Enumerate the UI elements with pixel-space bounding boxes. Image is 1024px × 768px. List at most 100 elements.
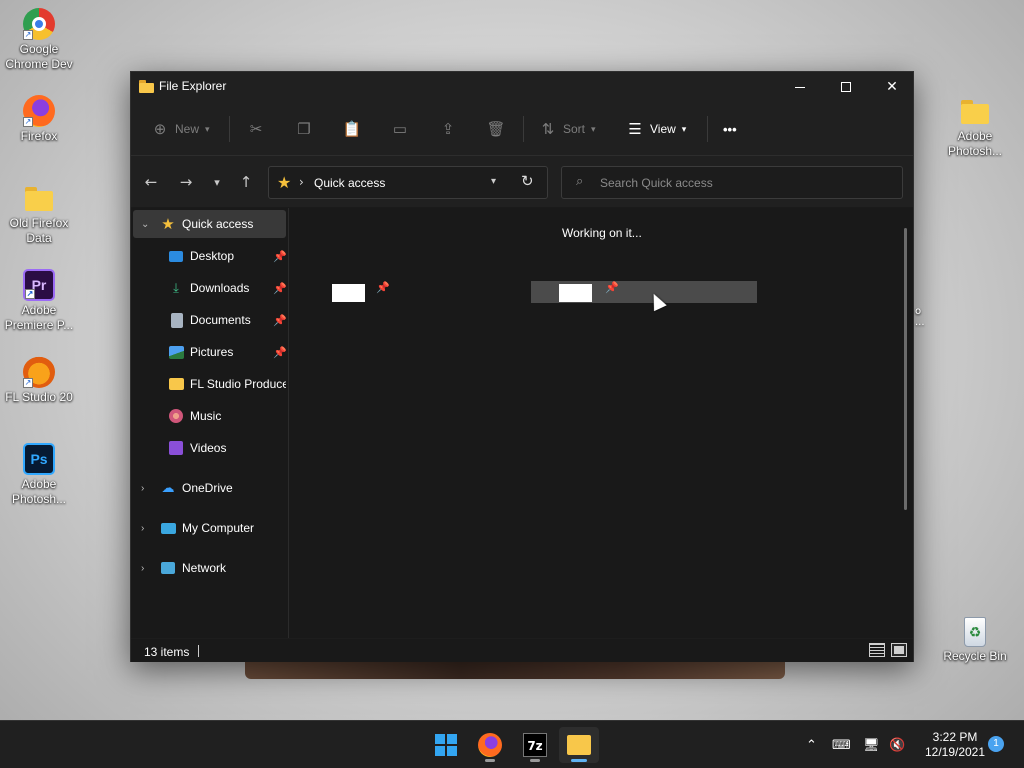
search-box[interactable]: ⌕ <box>561 166 903 199</box>
network-status-icon[interactable]: 🖥 <box>863 735 880 755</box>
sidebar-item-label: Downloads <box>190 281 250 295</box>
minimize-icon <box>795 86 805 88</box>
start-button[interactable] <box>426 727 466 763</box>
sidebar-item-network[interactable]: › Network <box>133 554 286 582</box>
desktop-icon-label: Adobe Premiere P... <box>4 303 74 332</box>
vertical-scrollbar[interactable] <box>904 228 907 510</box>
share-icon: ⇪ <box>441 121 455 138</box>
copy-button[interactable]: ❐ <box>295 116 313 142</box>
maximize-button[interactable] <box>823 72 869 102</box>
running-indicator <box>530 759 540 762</box>
clock-date: 12/19/2021 <box>924 745 986 759</box>
folder-tile[interactable]: 📌 <box>531 281 757 303</box>
paste-button[interactable]: 📋 <box>342 116 362 142</box>
address-bar[interactable]: ★ › Quick access ▾ ↻ <box>268 166 548 199</box>
desktop-icon <box>169 250 183 262</box>
sidebar-item-label: Videos <box>190 441 227 455</box>
cut-button[interactable]: ✂ <box>247 116 265 142</box>
desktop-icon-photoshop[interactable]: Ps Adobe Photosh... <box>1 443 77 507</box>
search-input[interactable] <box>600 174 890 192</box>
sidebar-item-pictures[interactable]: Pictures 📌 <box>133 338 286 366</box>
desktop-icon-label: Firefox <box>20 129 58 143</box>
folder-icon <box>23 182 55 214</box>
taskbar-file-explorer[interactable] <box>559 727 599 763</box>
keyboard-icon[interactable]: ⌨ <box>832 735 851 755</box>
navigation-pane: ⌄ ★ Quick access Desktop 📌 ⤓ Downloads 📌… <box>131 208 289 638</box>
item-count: 13 items <box>144 645 190 659</box>
up-button[interactable]: ↑ <box>234 170 258 194</box>
file-explorer-icon <box>567 735 591 755</box>
taskbar-firefox[interactable] <box>470 727 510 763</box>
sidebar-item-fl-studio-produce[interactable]: FL Studio Produce <box>133 370 286 398</box>
forward-button[interactable]: → <box>174 170 198 194</box>
desktop-icon-old-firefox-data[interactable]: Old Firefox Data <box>1 182 77 246</box>
plus-circle-icon: ⊕ <box>153 121 167 138</box>
new-label: New <box>175 122 200 136</box>
videos-icon <box>169 441 183 455</box>
arrow-up-icon: ↑ <box>239 173 253 191</box>
toolbar-divider <box>707 116 708 142</box>
view-label: View <box>650 122 676 136</box>
file-explorer-window: File Explorer ✕ ⊕ New ▾ ✂ ❐ 📋 ▭ ⇪ 🗑 ⇅ So… <box>130 71 914 662</box>
back-button[interactable]: ← <box>139 170 163 194</box>
desktop-icon-premiere[interactable]: Pr ↗ Adobe Premiere P... <box>1 269 77 333</box>
sidebar-item-music[interactable]: Music <box>133 402 286 430</box>
desktop-icon-photoshop-folder[interactable]: Adobe Photosh... <box>937 95 1013 159</box>
pin-icon: 📌 <box>605 281 619 294</box>
show-hidden-icons-button[interactable]: ⌃ <box>806 735 817 755</box>
delete-button[interactable]: 🗑 <box>486 116 505 142</box>
desktop-icon-label: Adobe Photosh... <box>947 129 1003 158</box>
sidebar-item-documents[interactable]: Documents 📌 <box>133 306 286 334</box>
chrome-dev-icon: ↗ <box>23 8 55 40</box>
sidebar-item-downloads[interactable]: ⤓ Downloads 📌 <box>133 274 286 302</box>
copy-icon: ❐ <box>297 121 311 138</box>
network-icon <box>161 562 175 574</box>
file-list[interactable]: Working on it... 📌 📌 <box>290 208 913 638</box>
chevron-right-icon[interactable]: › <box>141 563 144 574</box>
sidebar-item-quick-access[interactable]: ⌄ ★ Quick access <box>133 210 286 238</box>
active-indicator <box>571 759 587 762</box>
sidebar-item-videos[interactable]: Videos <box>133 434 286 462</box>
more-options-button[interactable]: ••• <box>723 116 737 142</box>
sidebar-item-label: Quick access <box>182 217 254 231</box>
folder-tile[interactable]: 📌 <box>330 281 400 303</box>
desktop-icon-fl-studio[interactable]: ↗ FL Studio 20 <box>1 356 77 405</box>
pin-icon: 📌 <box>273 346 286 359</box>
chevron-right-icon[interactable]: › <box>141 523 144 534</box>
star-icon: ★ <box>161 216 175 233</box>
chevron-down-icon[interactable]: ⌄ <box>141 219 149 230</box>
clock-time: 3:22 PM <box>932 730 978 744</box>
share-button[interactable]: ⇪ <box>439 116 457 142</box>
large-icons-view-button[interactable] <box>891 643 907 657</box>
desktop-icon-chrome-dev[interactable]: ↗ Google Chrome Dev <box>1 8 77 72</box>
volume-muted-icon[interactable]: 🔇 <box>889 735 905 755</box>
pin-icon: 📌 <box>273 250 286 263</box>
sidebar-item-onedrive[interactable]: › ☁ OneDrive <box>133 474 286 502</box>
clipboard-icon: 📋 <box>342 121 362 138</box>
sidebar-item-my-computer[interactable]: › My Computer <box>133 514 286 542</box>
sidebar-item-desktop[interactable]: Desktop 📌 <box>133 242 286 270</box>
system-clock[interactable]: 3:22 PM 12/19/2021 <box>912 730 998 760</box>
taskbar-7zip[interactable]: 7z <box>515 727 555 763</box>
address-dropdown-icon[interactable]: ▾ <box>491 176 496 187</box>
close-button[interactable]: ✕ <box>869 72 915 102</box>
rename-button[interactable]: ▭ <box>391 116 409 142</box>
fl-studio-icon: ↗ <box>23 356 55 388</box>
chevron-down-icon: ▾ <box>205 123 210 134</box>
new-button[interactable]: ⊕ New ▾ <box>151 116 210 142</box>
taskbar: 7z ⌃ ⌨ 🖥 🔇 3:22 PM 12/19/2021 <box>0 720 1024 768</box>
details-view-button[interactable] <box>869 643 885 657</box>
desktop-icon-firefox[interactable]: ↗ Firefox <box>1 95 77 144</box>
desktop-icon-label: Google Chrome Dev <box>5 42 73 71</box>
sidebar-item-label: FL Studio Produce <box>190 377 286 391</box>
view-button[interactable]: ☰ View ▾ <box>626 116 686 142</box>
desktop-icon-recycle-bin[interactable]: ♻ Recycle Bin <box>937 617 1013 664</box>
breadcrumb-quick-access[interactable]: Quick access <box>314 176 385 190</box>
chevron-right-icon[interactable]: › <box>141 483 144 494</box>
refresh-icon[interactable]: ↻ <box>521 172 534 190</box>
recent-locations-button[interactable]: ▾ <box>205 170 229 194</box>
notification-badge[interactable]: 1 <box>988 736 1004 752</box>
sort-button[interactable]: ⇅ Sort ▾ <box>539 116 596 142</box>
minimize-button[interactable] <box>777 72 823 102</box>
title-bar[interactable]: File Explorer ✕ <box>131 72 913 102</box>
